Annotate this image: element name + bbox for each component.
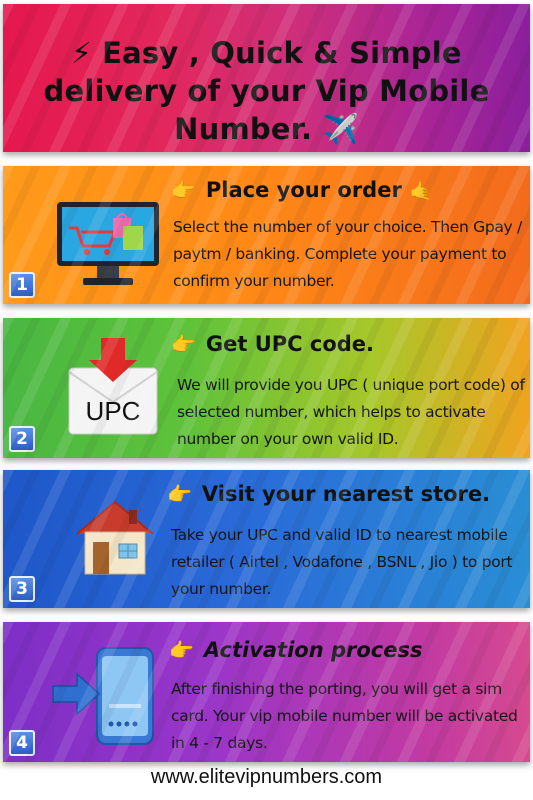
- step-description: Select the number of your choice. Then G…: [173, 218, 522, 290]
- step-1-card: 1 👉 Place your order 🤙 Select the number o…: [3, 166, 530, 304]
- step-number-badge: 4: [9, 730, 35, 756]
- pointing-hand-icon: 👉: [167, 482, 192, 506]
- hero-banner: ⚡ Easy , Quick & Simple delivery of your…: [3, 4, 530, 152]
- hero-title-line-3: Number. ✈️: [174, 112, 359, 146]
- hero-title-line-1: ⚡ Easy , Quick & Simple: [71, 36, 462, 70]
- step-2-card: UPC 2 👉 Get UPC code. We will provide you…: [3, 318, 530, 458]
- house-icon: [76, 500, 154, 575]
- hero-title-line-2: delivery of your Vip Mobile: [43, 74, 490, 108]
- pointing-hand-icon: 👉: [171, 332, 196, 356]
- step-heading: 👉 Visit your nearest store.: [167, 482, 490, 506]
- phone-arrow-icon: [52, 647, 154, 745]
- step-4-card: 4 👉 Activation process After finishing th…: [3, 622, 530, 762]
- pointing-hand-icon: 👉: [171, 178, 196, 202]
- step-title: Get UPC code.: [205, 332, 375, 356]
- upc-label: UPC: [86, 396, 141, 426]
- step-3-card: 3 👉 Visit your nearest store. Take your U…: [3, 470, 530, 608]
- step-heading: 👉 Get UPC code.: [171, 332, 374, 356]
- step-title: Visit your nearest store.: [201, 482, 491, 506]
- step-description: After finishing the porting, you will ge…: [171, 680, 518, 752]
- step-title: Place your order: [205, 178, 402, 202]
- call-me-hand-icon: 🤙: [409, 181, 433, 202]
- step-number-badge: 1: [9, 272, 35, 298]
- step-heading: 👉 Activation process: [169, 638, 423, 662]
- upc-envelope-icon: UPC: [68, 338, 158, 435]
- hero-title: ⚡ Easy , Quick & Simple delivery of your…: [3, 34, 530, 148]
- step-number-badge: 3: [9, 576, 35, 602]
- step-title: Activation process: [203, 638, 423, 662]
- step-description: Take your UPC and valid ID to nearest mo…: [171, 526, 513, 598]
- website-url[interactable]: www.elitevipnumbers.com: [0, 766, 533, 789]
- step-number-badge: 2: [9, 426, 35, 452]
- shopping-monitor-icon: [57, 202, 159, 285]
- pointing-hand-icon: 👉: [169, 638, 194, 662]
- step-description: We will provide you UPC ( unique port co…: [177, 376, 525, 448]
- step-heading: 👉 Place your order 🤙: [171, 178, 432, 202]
